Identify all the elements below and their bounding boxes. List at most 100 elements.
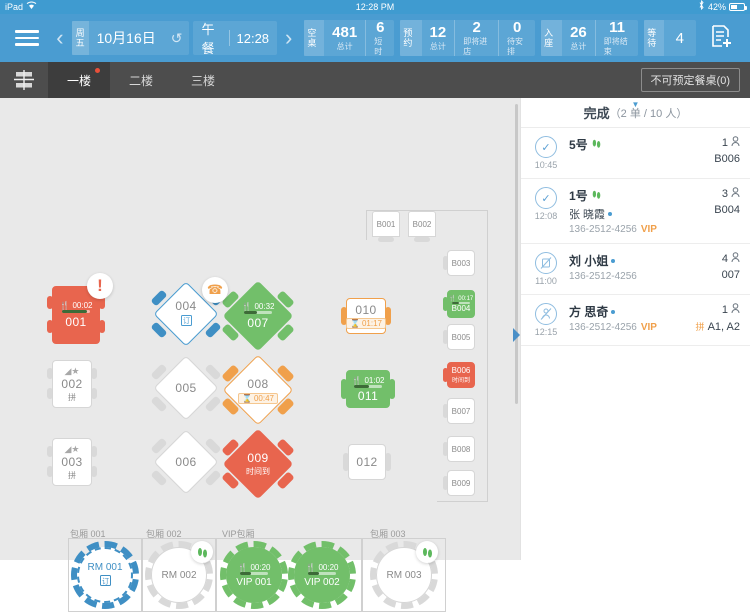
- room-RM003[interactable]: RM 003: [370, 541, 438, 609]
- chevron-down-icon[interactable]: ▼: [632, 100, 640, 109]
- table-003[interactable]: ◢★ 003 拼: [47, 438, 97, 486]
- table-010-body[interactable]: 010 ⌛ 01:17: [346, 298, 386, 334]
- table-007-progress: [244, 311, 272, 314]
- table-B006-body[interactable]: B006 时间到: [447, 362, 475, 388]
- order-row-3-table: 007: [721, 269, 740, 281]
- stat-label-reserve-text: 预约: [403, 28, 413, 48]
- table-002[interactable]: ◢★ 002 拼: [47, 360, 97, 408]
- order-row-1-pax-num: 1: [721, 137, 728, 149]
- order-row-3-pax-num: 4: [721, 253, 728, 265]
- table-004[interactable]: 004 订 ☎: [150, 277, 228, 347]
- floor-map-canvas[interactable]: 🍴 00:02 001 ! ◢★ 002 拼 ◢★ 003 拼 004 订 ☎ …: [0, 98, 520, 612]
- room-VIP002[interactable]: 🍴 00:20 VIP 002: [288, 541, 356, 609]
- order-row-4-name: 方 思奇: [569, 303, 682, 320]
- person-icon: [731, 187, 740, 201]
- table-B003-body[interactable]: B003: [447, 250, 475, 276]
- table-B001-body[interactable]: B001: [372, 211, 400, 237]
- order-row-4-info: 方 思奇 136-2512-4256 VIP: [565, 303, 682, 337]
- order-row-4-vip-tag: VIP: [640, 322, 657, 333]
- floor-tab-2[interactable]: 二楼: [110, 62, 172, 98]
- table-B002[interactable]: B002: [408, 211, 436, 242]
- stat-group-reservations[interactable]: 预约 12 总计 2 即将进店 0 待安排: [400, 18, 536, 56]
- table-B001[interactable]: B001: [372, 211, 400, 242]
- table-005[interactable]: 005: [150, 355, 222, 421]
- table-001[interactable]: 🍴 00:02 001 !: [47, 273, 113, 344]
- table-012-body[interactable]: 012: [348, 444, 386, 480]
- table-B004-timer-text: 00:17: [458, 295, 474, 302]
- panel-collapse-icon[interactable]: [512, 326, 521, 344]
- table-B004[interactable]: 🍴 00:17 B004: [443, 290, 475, 318]
- table-009[interactable]: 009 时间到: [221, 428, 295, 500]
- table-007[interactable]: 🍴 00:32 007: [221, 280, 295, 352]
- table-B003[interactable]: B003: [443, 250, 475, 276]
- layers-icon[interactable]: [0, 62, 48, 98]
- table-B006-code: B006: [451, 366, 471, 375]
- date-selector[interactable]: 周五 10月16日 ↺: [71, 21, 190, 55]
- order-row-3[interactable]: 11:00 刘 小姐 136-2512-4256 4 007: [521, 244, 750, 295]
- table-B004-body[interactable]: 🍴 00:17 B004: [447, 290, 475, 318]
- no-reserve-tables-button[interactable]: 不可预定餐桌(0): [640, 68, 740, 92]
- table-011-body[interactable]: 🍴 01:02 011: [346, 370, 390, 408]
- table-B009[interactable]: B009: [443, 470, 475, 496]
- table-011[interactable]: 🍴 01:02 011: [341, 370, 395, 408]
- table-011-code: 011: [357, 388, 379, 403]
- stat-reserve-arriving-num: 2: [472, 18, 481, 36]
- order-row-1[interactable]: ✓ 10:45 5号 1 B006: [521, 128, 750, 179]
- bluetooth-icon: [698, 0, 705, 14]
- table-007-timer: 🍴 00:32: [242, 302, 275, 311]
- table-002-body[interactable]: ◢★ 002 拼: [52, 360, 92, 408]
- meal-period-selector[interactable]: 午餐 12:28: [193, 21, 278, 56]
- table-012[interactable]: 012: [343, 444, 391, 480]
- table-006-content: 006: [164, 440, 208, 484]
- floor-tab-3[interactable]: 三楼: [172, 62, 234, 98]
- footprints-icon[interactable]: [191, 541, 213, 563]
- person-icon: [731, 252, 740, 266]
- table-008[interactable]: 008 ⌛ 00:47: [221, 354, 295, 426]
- check-circle-icon: ✓: [535, 187, 557, 209]
- new-order-icon[interactable]: [698, 23, 744, 54]
- order-row-1-pax: 1: [722, 136, 740, 150]
- table-B003-code: B003: [451, 258, 471, 268]
- table-003-body[interactable]: ◢★ 003 拼: [52, 438, 92, 486]
- stat-group-seated[interactable]: 入座 26 总计 11 即将结束: [541, 19, 639, 56]
- order-row-2-vip-tag: VIP: [640, 224, 657, 235]
- table-B009-body[interactable]: B009: [447, 470, 475, 496]
- table-B008-body[interactable]: B008: [447, 436, 475, 462]
- table-B002-body[interactable]: B002: [408, 211, 436, 237]
- room-VIP001[interactable]: 🍴 00:20 VIP 001: [220, 541, 288, 609]
- footprints-icon[interactable]: [416, 541, 438, 563]
- order-row-2-table: B004: [714, 204, 740, 216]
- table-B002-seat-nub: [414, 237, 430, 242]
- order-row-2-phone: 136-2512-4256 VIP: [569, 224, 682, 235]
- table-002-code: 002: [61, 376, 83, 391]
- next-day-button[interactable]: ›: [279, 25, 298, 51]
- phone-icon[interactable]: ☎: [202, 277, 228, 303]
- stat-seated-total: 26 总计: [562, 20, 595, 56]
- table-B005-body[interactable]: B005: [447, 324, 475, 350]
- stat-group-empty-tables[interactable]: 空桌 481 总计 6 短时: [304, 19, 395, 56]
- prev-day-button[interactable]: ‹: [50, 25, 69, 51]
- table-B008[interactable]: B008: [443, 436, 475, 462]
- table-B009-code: B009: [451, 478, 471, 488]
- order-row-4-merge-tag: 拼: [695, 322, 705, 332]
- stat-seated-ending-cap: 即将结束: [603, 36, 628, 56]
- table-B005[interactable]: B005: [443, 324, 475, 350]
- order-row-2[interactable]: ✓ 12:08 1号 张 晓霞 136-2512-4256 VIP 3 B004: [521, 179, 750, 244]
- alert-icon[interactable]: !: [87, 273, 113, 299]
- table-006[interactable]: 006: [150, 429, 222, 495]
- room-RM002[interactable]: RM 002: [145, 541, 213, 609]
- hamburger-menu-icon[interactable]: [6, 30, 48, 46]
- order-row-3-meta: 4 007: [682, 252, 740, 286]
- table-010[interactable]: 010 ⌛ 01:17: [341, 298, 391, 334]
- table-B007[interactable]: B007: [443, 398, 475, 424]
- refresh-icon[interactable]: ↺: [164, 30, 190, 47]
- stat-group-waiting[interactable]: 等待 4: [644, 20, 696, 56]
- canvas-scrollbar[interactable]: [515, 104, 518, 404]
- floor-tab-1[interactable]: 一楼: [48, 62, 110, 98]
- table-B008-code: B008: [451, 444, 471, 454]
- order-row-4[interactable]: 12:15 方 思奇 136-2512-4256 VIP 1 拼 A1, A2: [521, 295, 750, 346]
- top-toolbar: ‹ 周五 10月16日 ↺ 午餐 12:28 › 空桌 481 总计 6 短时 …: [0, 14, 750, 62]
- room-RM001[interactable]: RM 001 订: [71, 541, 139, 609]
- table-B007-body[interactable]: B007: [447, 398, 475, 424]
- table-B006[interactable]: B006 时间到: [443, 362, 475, 388]
